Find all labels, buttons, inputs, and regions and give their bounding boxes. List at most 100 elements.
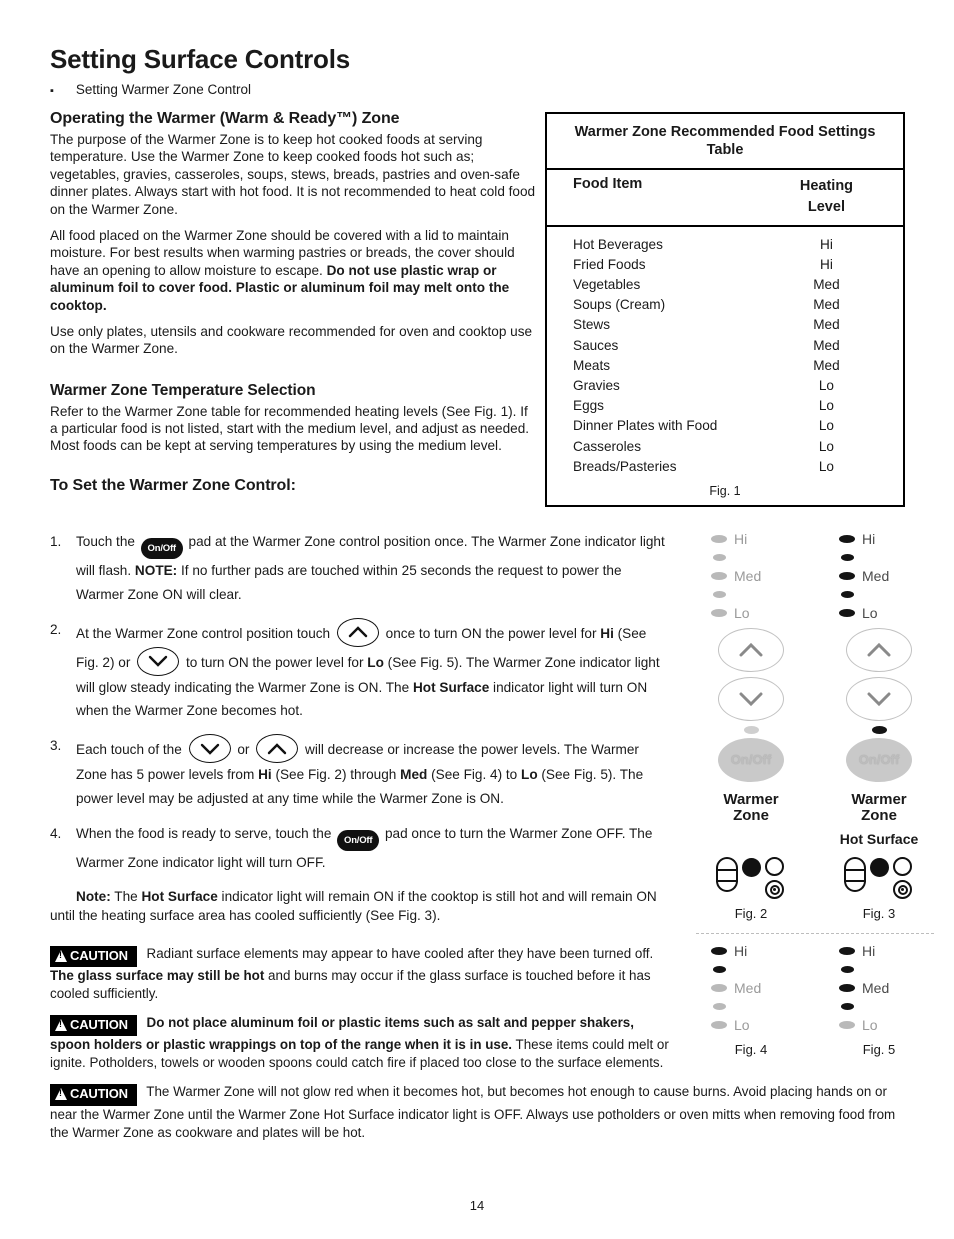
step-2-number: 2. — [50, 621, 62, 637]
step-1-body: Touch the On/Off pad at the Warmer Zone … — [76, 530, 670, 607]
bullet-label: Setting Warmer Zone Control — [75, 82, 251, 97]
figure-5: Hi Med Lo Fig. 5 — [825, 942, 933, 1057]
food-settings-table: Warmer Zone Recommended Food Settings Ta… — [545, 112, 905, 508]
page-number: 14 — [469, 1198, 485, 1213]
fig3-level-dot-5 — [839, 609, 855, 618]
page-subtitle-bullet: ▪ Setting Warmer Zone Control — [50, 82, 251, 97]
fig5-level-row — [839, 998, 933, 1017]
fig4-level-dot-5 — [711, 1021, 727, 1030]
step-3-text-b: or — [233, 742, 254, 758]
caution-1: CAUTION Radiant surface elements may app… — [50, 945, 670, 1003]
table-cell-food-item: Hot Beverages — [573, 236, 663, 252]
table-cell-heating-level: Lo — [818, 438, 834, 454]
caution-3: CAUTION The Warmer Zone will not glow re… — [50, 1083, 908, 1141]
table-header-heating: Heating — [799, 177, 854, 194]
fig2-zone-label-line1: Warmer — [723, 790, 779, 808]
fig3-level-row — [839, 586, 933, 605]
left-text-column: Operating the Warmer (Warm & Ready™) Zon… — [50, 110, 537, 498]
table-cell-food-item: Dinner Plates with Food — [573, 418, 718, 434]
table-header-heating-level: Heating Level — [750, 176, 903, 220]
table-row: Gravies Lo — [547, 375, 903, 395]
up-arrow-pad-icon[interactable] — [336, 617, 379, 647]
fig5-level-dot-2 — [840, 966, 854, 974]
note-label: Note: — [76, 889, 111, 905]
down-arrow-pad-icon[interactable] — [137, 646, 180, 676]
operating-paragraph-3: Use only plates, utensils and cookware r… — [50, 323, 533, 357]
fig2-level-indicators: Hi Med Lo — [697, 530, 805, 623]
fig3-up-button[interactable] — [846, 627, 912, 672]
fig2-level-row — [711, 586, 805, 605]
fig5-level-label: Med — [862, 980, 890, 997]
fig5-level-dot-5 — [839, 1021, 855, 1030]
fig2-level-dot-2 — [712, 554, 726, 562]
fig3-down-button[interactable] — [846, 676, 912, 721]
table-cell-heating-level: Hi — [820, 256, 833, 272]
step-3-text-e: (See Fig. 4) to — [427, 767, 522, 783]
fig2-onoff-button[interactable]: On/Off — [718, 737, 784, 782]
right-burner-group-icon-2 — [893, 857, 914, 900]
fig2-level-dot-5 — [711, 609, 727, 618]
fig2-level-row — [711, 549, 805, 568]
caution-badge-2: CAUTION — [50, 1014, 137, 1037]
warning-triangle-icon-3 — [55, 1087, 67, 1100]
step-3: 3. Each touch of the or will decrease or… — [50, 734, 670, 811]
fig4-level-dot-2 — [712, 966, 726, 974]
fig2-level-row: Lo — [711, 604, 805, 623]
step-3-hi-label: Hi — [258, 767, 272, 783]
right-burner-group-icon — [765, 857, 786, 900]
table-header-row: Food Item Heating Level — [547, 170, 903, 228]
caution-badge-1: CAUTION — [50, 945, 137, 968]
table-cell-food-item: Meats — [573, 357, 611, 373]
step-2-text-d: to turn ON the power level for — [182, 654, 368, 670]
figure-pair-lower: Hi Med Lo Fig. 4 Hi Med Lo Fig. 5 — [690, 942, 940, 1057]
fig3-level-row: Lo — [839, 604, 933, 623]
fig5-level-label: Lo — [862, 1017, 878, 1034]
dual-burner-icon — [716, 857, 738, 893]
note-indent — [50, 889, 76, 904]
fig3-onoff-button[interactable]: On/Off — [846, 737, 912, 782]
fig3-burner-layout-icon — [825, 857, 933, 900]
step-1-text-a: Touch the — [76, 534, 139, 549]
fig4-level-row — [711, 961, 805, 980]
table-cell-heating-level: Med — [813, 297, 840, 313]
fig3-hot-surface-label: Hot Surface — [839, 831, 919, 848]
table-header-food-item: Food Item — [573, 175, 643, 192]
fig3-level-row — [839, 549, 933, 568]
table-cell-food-item: Eggs — [573, 398, 604, 414]
step-2-hot-surface-label: Hot Surface — [412, 679, 490, 695]
table-row: Hot Beverages Hi — [547, 234, 903, 254]
fig4-level-label: Med — [734, 980, 762, 997]
fig2-hot-surface-label — [697, 831, 805, 848]
fig2-level-dot-4 — [712, 591, 726, 599]
table-cell-heating-level: Lo — [818, 398, 834, 414]
table-row: Casseroles Lo — [547, 436, 903, 456]
onoff-pad-icon[interactable]: On/Off — [140, 538, 183, 559]
onoff-pad-icon-2[interactable]: On/Off — [337, 829, 380, 851]
filled-burner-icon — [742, 858, 761, 878]
fig3-level-label: Lo — [862, 605, 878, 622]
up-arrow-pad-icon-2[interactable] — [256, 734, 299, 764]
figure-4: Hi Med Lo Fig. 4 — [697, 942, 805, 1057]
fig3-level-dot-3 — [839, 572, 855, 581]
caution-badge-3-label: CAUTION — [70, 1086, 128, 1102]
table-cell-food-item: Vegetables — [573, 277, 641, 292]
step-3-number: 3. — [50, 738, 62, 754]
fig2-zone-label-line2: Zone — [733, 807, 769, 825]
figure-divider — [696, 933, 934, 935]
table-row: Stews Med — [547, 315, 903, 335]
note-text-a: The — [110, 889, 142, 905]
step-3-lo-label: Lo — [521, 767, 538, 783]
fig5-level-label: Hi — [862, 943, 876, 960]
fig2-up-button[interactable] — [718, 627, 784, 672]
fig2-level-row: Med — [711, 567, 805, 586]
step-3-med-label: Med — [400, 767, 428, 783]
fig3-level-dot-1 — [839, 535, 855, 544]
fig4-caption: Fig. 4 — [734, 1041, 768, 1057]
table-cell-heating-level: Lo — [818, 377, 834, 393]
fig2-down-button[interactable] — [718, 676, 784, 721]
down-arrow-pad-icon-2[interactable] — [188, 734, 231, 764]
caution-3-text-a: The Warmer Zone will not glow red when i… — [50, 1084, 896, 1140]
fig2-level-row: Hi — [711, 530, 805, 549]
